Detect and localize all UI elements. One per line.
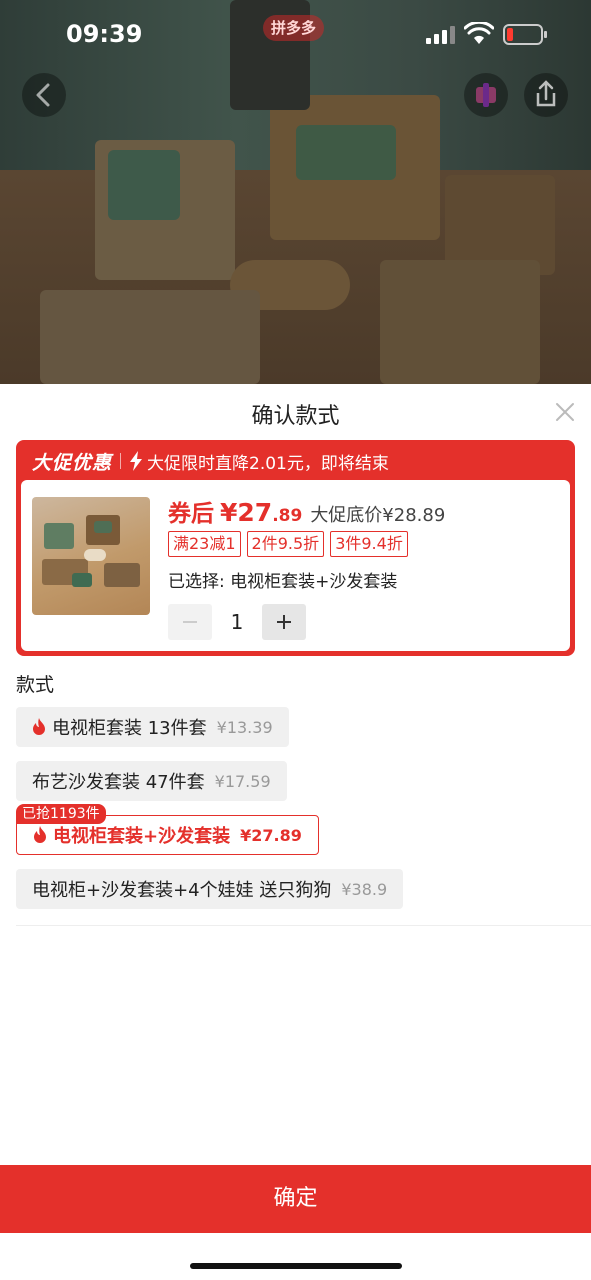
- quantity-stepper: 1: [168, 604, 306, 640]
- variant-price: ¥17.59: [214, 771, 271, 791]
- fire-icon: [33, 718, 45, 735]
- signal-icon: [426, 26, 456, 44]
- home-indicator: [190, 1263, 402, 1269]
- promo-header: 大促优惠 大促限时直降2.01元，即将结束: [32, 448, 389, 474]
- promo-badge: 大促优惠: [32, 451, 113, 474]
- sheet-title: 确认款式: [251, 404, 340, 429]
- lightning-icon: [130, 451, 143, 471]
- coupon-label: 券后: [168, 501, 214, 527]
- app-logo: 拼多多: [263, 15, 325, 41]
- variant-price: ¥38.9: [341, 879, 388, 899]
- selected-variant-text: 已选择: 电视柜套装+沙发套装: [168, 572, 398, 592]
- quantity-value[interactable]: 1: [212, 610, 262, 634]
- variant-option-full-set[interactable]: 电视柜+沙发套装+4个娃娃 送只狗狗 ¥38.9: [16, 869, 404, 909]
- variant-option-sofa[interactable]: 布艺沙发套装 47件套 ¥17.59: [16, 761, 287, 801]
- promo-text: 大促限时直降2.01元，即将结束: [147, 453, 389, 474]
- plus-icon: [277, 615, 291, 629]
- original-price: 大促底价¥28.89: [310, 505, 446, 526]
- chevron-left-icon: [36, 83, 50, 107]
- share-icon: [536, 80, 556, 107]
- variant-name: 布艺沙发套装 47件套: [32, 772, 205, 793]
- increase-button[interactable]: [262, 604, 306, 640]
- close-icon[interactable]: [553, 400, 577, 424]
- variant-price: ¥27.89: [240, 825, 302, 845]
- decrease-button[interactable]: [168, 604, 212, 640]
- minus-icon: [183, 621, 197, 623]
- price-main: ¥27: [220, 498, 273, 527]
- photo-sofa-right: [380, 260, 540, 384]
- promo-separator: [120, 453, 122, 469]
- variant-sheet: 确认款式 大促优惠 大促限时直降2.01元，即将结束 券后 ¥27 .89 大促…: [0, 384, 591, 1280]
- divider: [16, 925, 591, 926]
- discount-tag: 2件9.5折: [246, 531, 325, 557]
- variant-option-tv-cabinet[interactable]: 电视柜套装 13件套 ¥13.39: [16, 707, 289, 747]
- promo-card: 大促优惠 大促限时直降2.01元，即将结束 券后 ¥27 .89 大促底价¥28…: [16, 440, 575, 656]
- photo-sofa: [40, 290, 260, 384]
- status-time: 09:39: [66, 20, 143, 48]
- variant-name: 电视柜套装 13件套: [52, 718, 207, 739]
- variant-name: 电视柜套装+沙发套装: [53, 826, 231, 847]
- product-summary: 券后 ¥27 .89 大促底价¥28.89 满23减1 2件9.5折 3件9.4…: [21, 480, 570, 651]
- confirm-button[interactable]: 确定: [0, 1165, 591, 1233]
- variant-price: ¥13.39: [216, 717, 273, 737]
- discount-tag: 3件9.4折: [330, 531, 408, 557]
- variant-name: 电视柜+沙发套装+4个娃娃 送只狗狗: [32, 880, 332, 901]
- fire-icon: [34, 826, 46, 843]
- price-decimal: .89: [272, 506, 303, 526]
- battery-icon: [503, 24, 547, 45]
- style-section-title: 款式: [16, 674, 55, 696]
- photo-tv-screen: [296, 125, 396, 180]
- discount-tag: 满23减1: [168, 531, 241, 557]
- discount-tags: 满23减1 2件9.5折 3件9.4折: [168, 531, 408, 557]
- share-button[interactable]: [524, 73, 568, 117]
- photo-armchair-cushion: [108, 150, 180, 220]
- product-thumbnail[interactable]: [32, 497, 150, 615]
- wifi-icon: [464, 22, 494, 44]
- favorite-button[interactable]: [464, 73, 508, 117]
- status-bar: 09:39 拼多多: [0, 0, 591, 70]
- favorite-icon: [476, 83, 496, 107]
- price-line: 券后 ¥27 .89 大促底价¥28.89: [168, 494, 445, 528]
- sold-count-badge: 已抢1193件: [16, 804, 106, 824]
- back-button[interactable]: [22, 73, 66, 117]
